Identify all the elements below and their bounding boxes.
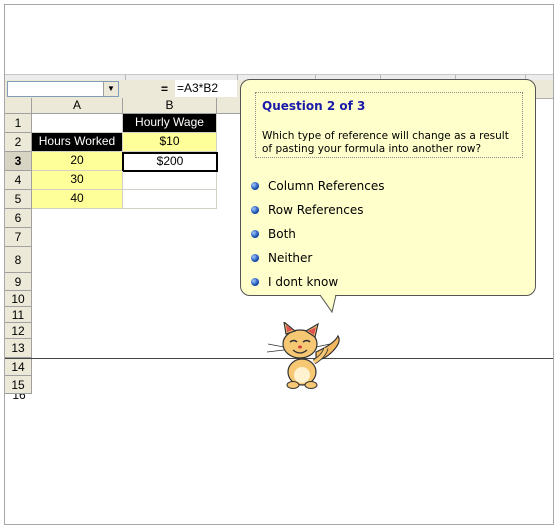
column-header-a[interactable]: A: [32, 98, 123, 114]
row-header[interactable]: 6: [5, 209, 32, 228]
row-header[interactable]: 3: [5, 152, 32, 171]
question-text: Which type of reference will change as a…: [262, 130, 509, 155]
cartoon-cat-assistant-icon[interactable]: [262, 322, 342, 390]
row-header[interactable]: 12: [5, 323, 32, 339]
option-row-references[interactable]: Row References: [251, 201, 363, 219]
question-title: Question 2 of 3: [262, 99, 366, 113]
column-header-b[interactable]: B: [123, 98, 217, 114]
dropdown-arrow-icon[interactable]: ▼: [103, 82, 118, 96]
blue-sphere-bullet-icon: [251, 277, 259, 286]
formula-input[interactable]: =A3*B2: [175, 80, 237, 97]
cell-a2[interactable]: Hours Worked: [32, 133, 123, 152]
question-box: Question 2 of 3 Which type of reference …: [255, 92, 523, 158]
row-header[interactable]: 15: [5, 376, 32, 394]
blue-sphere-bullet-icon: [251, 205, 259, 214]
balloon-tail: [320, 295, 337, 314]
cell-a5[interactable]: 40: [32, 190, 123, 209]
row-header[interactable]: 13: [5, 339, 32, 358]
option-i-dont-know[interactable]: I dont know: [251, 273, 338, 291]
equals-sign: =: [161, 82, 169, 96]
select-all-corner[interactable]: [5, 98, 32, 114]
row-header-partial: 16: [5, 394, 33, 400]
row-header[interactable]: 9: [5, 273, 32, 291]
row-header[interactable]: 1: [5, 114, 32, 133]
row-header[interactable]: 10: [5, 291, 32, 307]
cell-b2[interactable]: $10: [123, 133, 217, 152]
row-header[interactable]: 14: [5, 359, 32, 376]
cell-a3[interactable]: 20: [32, 152, 123, 171]
cell-b4[interactable]: [123, 172, 217, 190]
name-box[interactable]: ▼: [7, 81, 119, 97]
cell-b1[interactable]: Hourly Wage: [123, 114, 217, 133]
row-header[interactable]: 5: [5, 190, 32, 209]
option-neither[interactable]: Neither: [251, 249, 312, 267]
blue-sphere-bullet-icon: [251, 229, 259, 238]
blue-sphere-bullet-icon: [251, 181, 259, 190]
option-both[interactable]: Both: [251, 225, 296, 243]
cell-a1[interactable]: [32, 114, 123, 133]
row-header[interactable]: 2: [5, 133, 32, 152]
row-header[interactable]: 11: [5, 307, 32, 323]
column-header-c[interactable]: [217, 98, 241, 114]
quiz-balloon: Question 2 of 3 Which type of reference …: [240, 79, 536, 296]
cell-a4[interactable]: 30: [32, 171, 123, 190]
cell-b5[interactable]: [123, 190, 217, 209]
row-header[interactable]: 8: [5, 247, 32, 273]
blue-sphere-bullet-icon: [251, 253, 259, 262]
row-header[interactable]: 7: [5, 228, 32, 247]
toolbar-area: [5, 5, 553, 75]
cell-b3-selected[interactable]: $200: [122, 152, 218, 172]
option-column-references[interactable]: Column References: [251, 177, 384, 195]
row-header[interactable]: 4: [5, 171, 32, 190]
